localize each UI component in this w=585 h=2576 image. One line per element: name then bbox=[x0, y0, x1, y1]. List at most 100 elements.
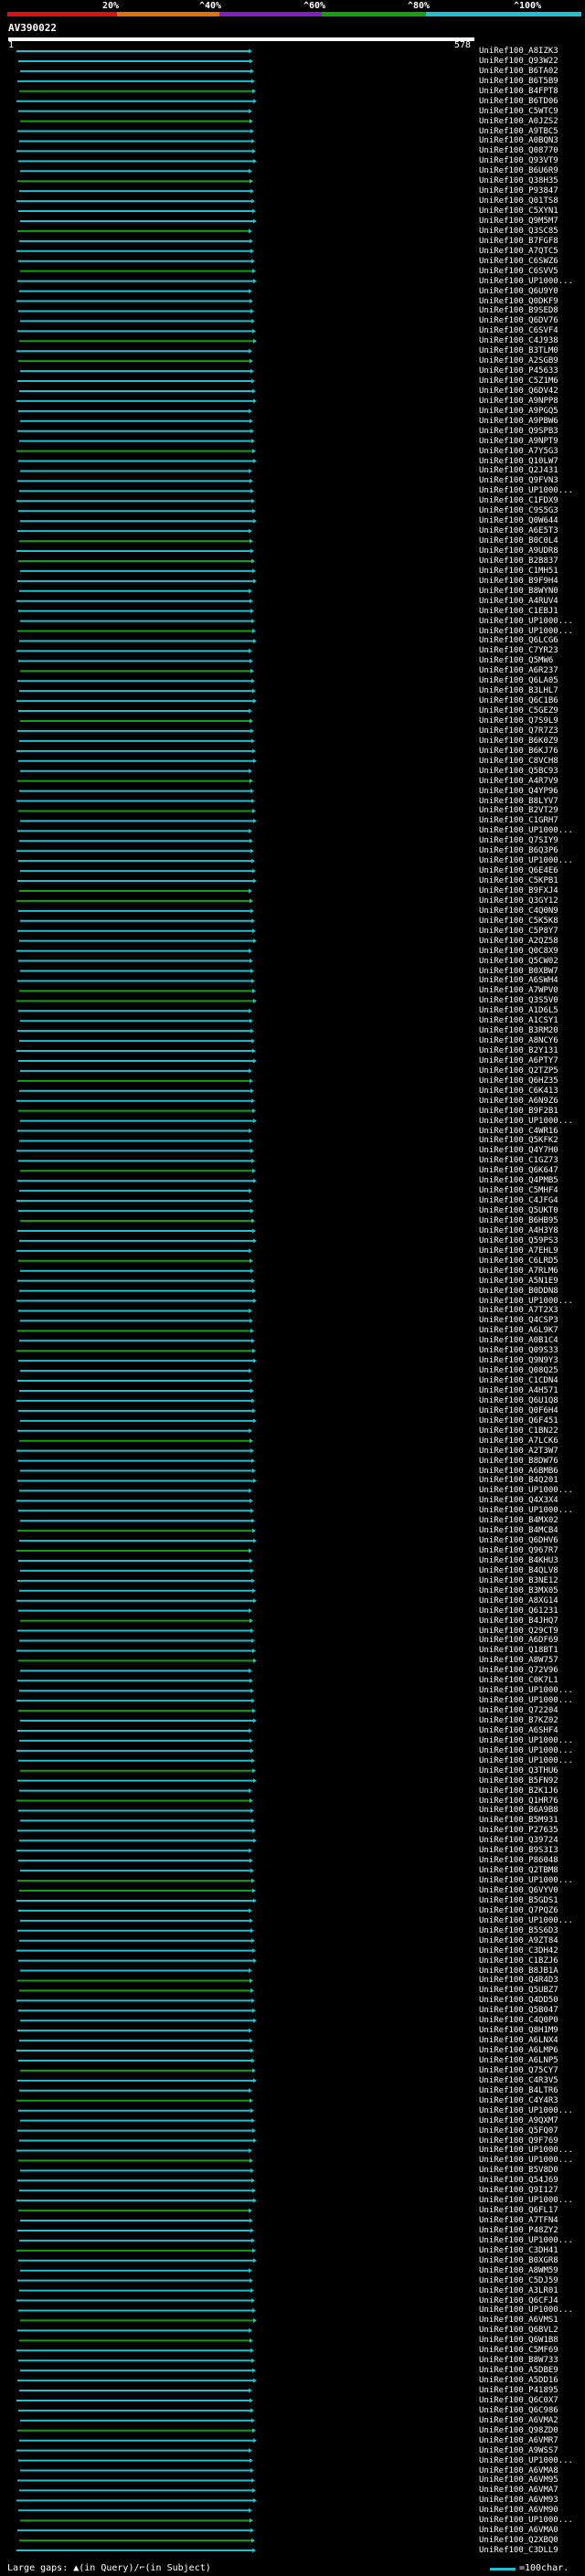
hit-label[interactable]: UniRef100_Q3THU6 bbox=[479, 1766, 585, 1776]
hit-label[interactable]: UniRef100_B9F9H4 bbox=[479, 577, 585, 586]
hit-label[interactable]: UniRef100_UP1000... bbox=[479, 2236, 585, 2245]
hit-label[interactable]: UniRef100_Q4PMB5 bbox=[479, 1176, 585, 1185]
hit-label[interactable]: UniRef100_C5KPB1 bbox=[479, 876, 585, 885]
hit-label[interactable]: UniRef100_A6VMA8 bbox=[479, 2466, 585, 2475]
hit-label[interactable]: UniRef100_C4JFG4 bbox=[479, 1196, 585, 1205]
hit-label[interactable]: UniRef100_A7WPV0 bbox=[479, 986, 585, 995]
hit-label[interactable]: UniRef100_B0XBW7 bbox=[479, 967, 585, 976]
hit-label[interactable]: UniRef100_A6SHF4 bbox=[479, 1726, 585, 1735]
hit-label[interactable]: UniRef100_C5GEZ9 bbox=[479, 706, 585, 716]
hit-label[interactable]: UniRef100_Q4CSP3 bbox=[479, 1316, 585, 1325]
hit-label[interactable]: UniRef100_Q39724 bbox=[479, 1836, 585, 1845]
hit-label[interactable]: UniRef100_Q0W644 bbox=[479, 516, 585, 525]
hit-label[interactable]: UniRef100_C9S5G3 bbox=[479, 506, 585, 515]
hit-label[interactable]: UniRef100_Q4DD50 bbox=[479, 1996, 585, 2005]
hit-label[interactable]: UniRef100_B4FPT8 bbox=[479, 87, 585, 96]
hit-label[interactable]: UniRef100_A6LMP6 bbox=[479, 2046, 585, 2055]
hit-label[interactable]: UniRef100_B4LTR6 bbox=[479, 2086, 585, 2095]
hit-label[interactable]: UniRef100_C1CDN4 bbox=[479, 1376, 585, 1385]
hit-label[interactable]: UniRef100_Q6C986 bbox=[479, 2406, 585, 2415]
hit-label[interactable]: UniRef100_Q9F769 bbox=[479, 2136, 585, 2146]
hit-label[interactable]: UniRef100_B4MCB4 bbox=[479, 1526, 585, 1535]
hit-label[interactable]: UniRef100_A0JZS2 bbox=[479, 117, 585, 126]
hit-label[interactable]: UniRef100_A0B1C4 bbox=[479, 1336, 585, 1345]
hit-label[interactable]: UniRef100_A6VMA0 bbox=[479, 2526, 585, 2535]
hit-label[interactable]: UniRef100_B3NE12 bbox=[479, 1576, 585, 1585]
hit-label[interactable]: UniRef100_B2B837 bbox=[479, 557, 585, 566]
hit-label[interactable]: UniRef100_B5FN92 bbox=[479, 1776, 585, 1786]
hit-label[interactable]: UniRef100_A6R237 bbox=[479, 666, 585, 675]
hit-label[interactable]: UniRef100_B4QLV8 bbox=[479, 1566, 585, 1575]
hit-label[interactable]: UniRef100_Q6DHV6 bbox=[479, 1536, 585, 1545]
hit-label[interactable]: UniRef100_B6U6R9 bbox=[479, 166, 585, 175]
hit-label[interactable]: UniRef100_UP1000... bbox=[479, 2156, 585, 2165]
hit-label[interactable]: UniRef100_C5MHF4 bbox=[479, 1186, 585, 1195]
hit-label[interactable]: UniRef100_B4Q201 bbox=[479, 1476, 585, 1485]
hit-label[interactable]: UniRef100_A5N1E9 bbox=[479, 1277, 585, 1286]
hit-label[interactable]: UniRef100_Q6DV42 bbox=[479, 387, 585, 396]
hit-label[interactable]: UniRef100_Q7PQZ6 bbox=[479, 1906, 585, 1915]
hit-label[interactable]: UniRef100_B3MX05 bbox=[479, 1586, 585, 1595]
hit-label[interactable]: UniRef100_Q4YP96 bbox=[479, 787, 585, 796]
hit-label[interactable]: UniRef100_B5S6D3 bbox=[479, 1926, 585, 1935]
hit-label[interactable]: UniRef100_A6LNX4 bbox=[479, 2036, 585, 2045]
hit-label[interactable]: UniRef100_Q08Q25 bbox=[479, 1366, 585, 1375]
hit-label[interactable]: UniRef100_Q9SPB3 bbox=[479, 427, 585, 436]
hit-label[interactable]: UniRef100_B6A9B8 bbox=[479, 1806, 585, 1815]
hit-label[interactable]: UniRef100_Q72V96 bbox=[479, 1666, 585, 1675]
hit-label[interactable]: UniRef100_B8WYN0 bbox=[479, 587, 585, 596]
hit-label[interactable]: UniRef100_UP1000... bbox=[479, 2196, 585, 2205]
hit-label[interactable]: UniRef100_Q967R7 bbox=[479, 1546, 585, 1555]
hit-label[interactable]: UniRef100_Q08770 bbox=[479, 146, 585, 155]
hit-label[interactable]: UniRef100_B2VT29 bbox=[479, 806, 585, 815]
hit-label[interactable]: UniRef100_B4JHQ7 bbox=[479, 1617, 585, 1626]
hit-label[interactable]: UniRef100_B6K0Z9 bbox=[479, 737, 585, 746]
hit-label[interactable]: UniRef100_C1MH51 bbox=[479, 567, 585, 576]
hit-label[interactable]: UniRef100_A9UDR8 bbox=[479, 546, 585, 556]
hit-label[interactable]: UniRef100_Q29CT9 bbox=[479, 1627, 585, 1636]
hit-label[interactable]: UniRef100_Q2XBQ0 bbox=[479, 2536, 585, 2545]
hit-label[interactable]: UniRef100_A9PBW6 bbox=[479, 417, 585, 426]
hit-label[interactable]: UniRef100_A7QTC5 bbox=[479, 247, 585, 256]
hit-label[interactable]: UniRef100_Q6VYV0 bbox=[479, 1886, 585, 1895]
hit-label[interactable]: UniRef100_C1BZJ6 bbox=[479, 1956, 585, 1966]
hit-label[interactable]: UniRef100_B3LHL7 bbox=[479, 686, 585, 695]
hit-label[interactable]: UniRef100_A4H3Y8 bbox=[479, 1226, 585, 1235]
hit-label[interactable]: UniRef100_UP1000... bbox=[479, 856, 585, 865]
hit-label[interactable]: UniRef100_Q4Y7H0 bbox=[479, 1146, 585, 1155]
hit-label[interactable]: UniRef100_Q6DV76 bbox=[479, 316, 585, 325]
hit-label[interactable]: UniRef100_Q9FVN3 bbox=[479, 476, 585, 485]
hit-label[interactable]: UniRef100_Q0F6H4 bbox=[479, 1406, 585, 1415]
hit-label[interactable]: UniRef100_Q6W1B8 bbox=[479, 2336, 585, 2345]
hit-label[interactable]: UniRef100_Q2TZP5 bbox=[479, 1066, 585, 1076]
hit-label[interactable]: UniRef100_Q18BT1 bbox=[479, 1646, 585, 1655]
hit-label[interactable]: UniRef100_UP1000... bbox=[479, 2146, 585, 2155]
hit-label[interactable]: UniRef100_UP1000... bbox=[479, 2516, 585, 2525]
hit-label[interactable]: UniRef100_B7FGF8 bbox=[479, 237, 585, 246]
hit-label[interactable]: UniRef100_Q2TBM8 bbox=[479, 1866, 585, 1875]
hit-label[interactable]: UniRef100_B8JB1A bbox=[479, 1966, 585, 1976]
hit-label[interactable]: UniRef100_Q6FL17 bbox=[479, 2206, 585, 2215]
hit-label[interactable]: UniRef100_C5P8Y7 bbox=[479, 927, 585, 936]
hit-label[interactable]: UniRef100_Q6LCG6 bbox=[479, 636, 585, 645]
hit-label[interactable]: UniRef100_A4RUV4 bbox=[479, 597, 585, 606]
hit-label[interactable]: UniRef100_B6TD06 bbox=[479, 97, 585, 106]
hit-label[interactable]: UniRef100_Q10LW7 bbox=[479, 457, 585, 466]
hit-label[interactable]: UniRef100_A7EHL9 bbox=[479, 1246, 585, 1256]
hit-label[interactable]: UniRef100_UP1000... bbox=[479, 2306, 585, 2315]
hit-label[interactable]: UniRef100_C6SVF4 bbox=[479, 326, 585, 335]
hit-label[interactable]: UniRef100_A7RLM6 bbox=[479, 1267, 585, 1276]
hit-label[interactable]: UniRef100_Q6BVL2 bbox=[479, 2326, 585, 2335]
hit-label[interactable]: UniRef100_C4R3V5 bbox=[479, 2076, 585, 2085]
hit-label[interactable]: UniRef100_B8DW76 bbox=[479, 1457, 585, 1466]
hit-label[interactable]: UniRef100_B5M931 bbox=[479, 1816, 585, 1825]
hit-label[interactable]: UniRef100_UP1000... bbox=[479, 1916, 585, 1925]
hit-label[interactable]: UniRef100_C6LRD5 bbox=[479, 1256, 585, 1266]
hit-label[interactable]: UniRef100_A8IZK3 bbox=[479, 47, 585, 56]
hit-label[interactable]: UniRef100_A6DF69 bbox=[479, 1636, 585, 1645]
hit-label[interactable]: UniRef100_B5GDS1 bbox=[479, 1896, 585, 1905]
hit-label[interactable]: UniRef100_UP1000... bbox=[479, 1756, 585, 1765]
hit-label[interactable]: UniRef100_B4KHU3 bbox=[479, 1556, 585, 1565]
hit-label[interactable]: UniRef100_B9S3I3 bbox=[479, 1846, 585, 1855]
hit-label[interactable]: UniRef100_Q6CFJ4 bbox=[479, 2296, 585, 2306]
